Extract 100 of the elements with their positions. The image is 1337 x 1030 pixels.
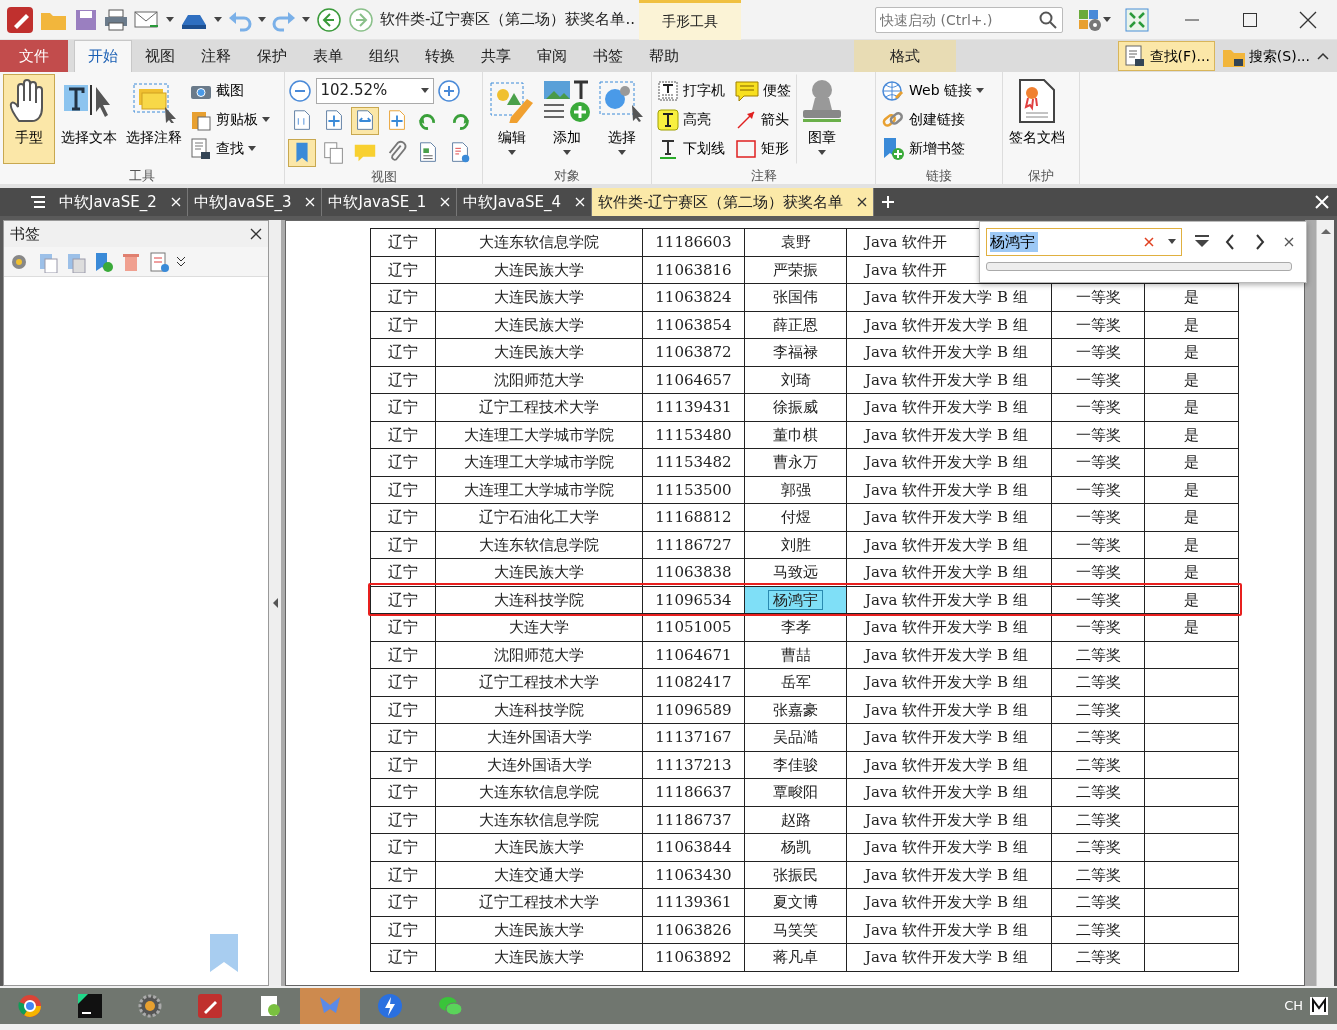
table-cell: Java 软件开发大学 B 组 [865, 425, 1028, 444]
ribbon-button[interactable]: 箭头 [733, 105, 793, 134]
gear-icon[interactable] [137, 993, 163, 1019]
table-cell: 11063430 [655, 865, 732, 884]
table-cell: 夏文博 [773, 893, 818, 911]
ribbon-button[interactable]: 选择文本 [58, 74, 120, 164]
ribbon-tab[interactable]: 视图 [132, 40, 188, 72]
print-icon[interactable] [104, 7, 128, 32]
fullscreen-icon[interactable] [1125, 7, 1149, 32]
settings-icon[interactable] [1077, 7, 1103, 32]
more-icon[interactable] [176, 255, 186, 268]
table-cell: 大连东软信息学院 [479, 783, 599, 801]
ribbon-button[interactable]: 便签 [733, 76, 793, 105]
group-label: 链接 [925, 167, 953, 184]
browser-icon[interactable] [17, 993, 43, 1019]
properties-icon[interactable] [148, 250, 170, 273]
collapse-icon[interactable] [272, 598, 278, 608]
ribbon-tab[interactable]: 保护 [244, 40, 300, 72]
ribbon-button[interactable]: 图章 [796, 74, 848, 164]
search-button[interactable]: 搜索(S)... [1216, 41, 1315, 71]
table-cell: Java 软件开发大学 B 组 [865, 288, 1028, 306]
context-tab[interactable]: 手形工具 [638, 0, 741, 40]
lightning-icon[interactable] [377, 993, 403, 1019]
ribbon-button[interactable]: 下划线 [655, 134, 727, 163]
close-icon[interactable] [1297, 9, 1319, 30]
ribbon-tab[interactable]: 书签 [580, 40, 636, 72]
ribbon-button[interactable]: 新增书签 [879, 134, 986, 163]
table-cell: 大连民族大学 [494, 920, 584, 939]
file-menu[interactable]: 文件 [0, 40, 68, 72]
table-cell: 11063816 [655, 260, 732, 279]
group-label: 工具 [128, 167, 156, 184]
back-icon[interactable] [316, 6, 342, 33]
find-field[interactable]: 杨鸿宇 [986, 228, 1182, 256]
table-cell: 辽宁 [388, 893, 418, 911]
ribbon-button[interactable]: 打字机 [655, 76, 727, 105]
ide-icon[interactable] [77, 993, 103, 1019]
table-cell: 张国伟 [773, 288, 818, 306]
save-icon[interactable] [74, 7, 98, 32]
ribbon-button[interactable]: 签名文档 [1006, 74, 1068, 164]
ribbon-button[interactable]: 选择 [596, 74, 648, 164]
ribbon-tab[interactable]: 注释 [188, 40, 244, 72]
table-cell: 辽宁 [388, 838, 418, 856]
document-tab[interactable]: 软件类-辽宁赛区（第二场）获奖名单 [591, 188, 875, 216]
table-cell: 辽宁工程技术大学 [479, 893, 599, 911]
table-cell: 刘琦 [780, 370, 811, 389]
clear-icon[interactable] [1144, 237, 1154, 247]
table-cell: 大连外国语大学 [486, 728, 592, 746]
table-cell: Java 软件开发大学 B 组 [865, 453, 1028, 471]
ribbon-tab[interactable]: 格式 [853, 40, 956, 72]
table-cell: 是 [1184, 480, 1199, 499]
globe-icon [881, 79, 905, 102]
caret-icon [818, 150, 826, 155]
table-cell: 大连民族大学 [494, 260, 584, 279]
table-cell: 二等奖 [1075, 893, 1121, 911]
zoom-out-icon[interactable] [288, 78, 312, 103]
ribbon-button[interactable]: 添加 [541, 74, 593, 164]
ribbon-button[interactable]: Web 链接 [879, 76, 986, 105]
find-icon [190, 137, 212, 160]
ribbon-button[interactable]: 高亮 [655, 105, 727, 134]
table-cell: 杨凯 [780, 838, 811, 856]
table-cell: 11063872 [655, 343, 732, 361]
ribbon-button[interactable]: 查找 [188, 134, 272, 163]
table-cell: Java 软件开 [865, 260, 948, 279]
table-cell: 辽宁 [388, 728, 418, 746]
table-cell: 徐振威 [773, 398, 818, 416]
table-cell: 一等奖 [1075, 315, 1121, 334]
table-cell: 辽宁 [388, 865, 418, 884]
ribbon-button[interactable]: 创建链接 [879, 105, 986, 134]
ribbon-tab[interactable]: 共享 [468, 40, 524, 72]
table-cell: 是 [1184, 425, 1199, 444]
pdf-icon[interactable] [197, 993, 223, 1019]
ribbon-tab[interactable]: 帮助 [636, 40, 692, 72]
zoom-in-icon[interactable] [437, 78, 461, 103]
ribbon-tab[interactable]: 审阅 [524, 40, 580, 72]
table-cell: 辽宁 [388, 315, 418, 334]
ribbon-button[interactable]: 剪贴板 [188, 105, 272, 134]
quick-launch-field[interactable]: 快速启动 (Ctrl+.) [875, 6, 1063, 33]
collapse-ribbon-icon[interactable] [1317, 52, 1329, 60]
find-button[interactable]: 查找(F)... [1117, 41, 1215, 71]
ribbon-button[interactable]: 手型 [3, 74, 55, 164]
ribbon-tab[interactable]: 表单 [300, 40, 356, 72]
ribbon-button[interactable]: 选择注释 [123, 74, 185, 164]
ribbon-tab[interactable]: 转换 [412, 40, 468, 72]
ribbon-button[interactable]: 矩形 [733, 134, 793, 163]
scrollbar[interactable] [1316, 220, 1334, 986]
ribbon-button[interactable]: 编辑 [486, 74, 538, 164]
table-cell: Java 软件开发大学 B 组 [865, 920, 1028, 939]
zoom-field[interactable]: 102.52% [315, 77, 434, 104]
close-icon[interactable] [857, 197, 868, 207]
table-cell: 刘胜 [780, 535, 811, 554]
close-icon[interactable] [250, 228, 262, 240]
ribbon-tab[interactable]: 组织 [356, 40, 412, 72]
table-cell: 郭强 [780, 480, 811, 499]
ribbon-button[interactable]: 截图 [188, 76, 272, 105]
ribbon-tab[interactable]: 开始 [74, 40, 132, 72]
forward-icon[interactable] [348, 6, 374, 33]
pdf-logo-icon[interactable] [6, 5, 34, 34]
input-method-icon[interactable] [1309, 996, 1329, 1016]
table-cell: 11063854 [655, 315, 732, 334]
input-language[interactable]: CH [1284, 996, 1303, 1016]
